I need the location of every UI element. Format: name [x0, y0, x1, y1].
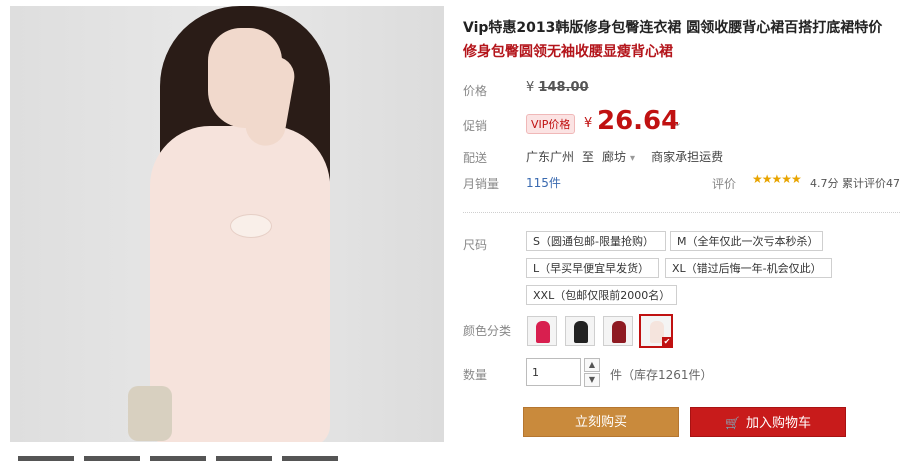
color-swatch-pink-selected[interactable]: ✔ — [639, 314, 673, 348]
color-label: 颜色分类 — [463, 324, 512, 338]
ship-to: 廊坊 — [602, 150, 627, 164]
ship-from: 广东广州 — [526, 150, 575, 164]
evaluation-label: 评价 — [712, 177, 737, 191]
add-to-cart-button[interactable]: 🛒 加入购物车 — [690, 407, 846, 437]
shipping-info: 广东广州至廊坊 ▾ 商家承担运费 — [526, 148, 731, 165]
rating-summary[interactable]: 4.7分 累计评价47 — [810, 175, 900, 191]
quantity-decrease-button[interactable]: ▼ — [584, 373, 600, 387]
dress-thumbnail — [612, 321, 626, 343]
product-main-image[interactable] — [10, 6, 444, 442]
promo-price: 26.64 — [597, 106, 680, 136]
model-handbag — [128, 386, 172, 441]
product-title: Vip特惠2013韩版修身包臀连衣裙 圆领收腰背心裙百搭打底裙特价 — [463, 20, 883, 36]
size-label: 尺码 — [463, 238, 488, 252]
color-swatch-burgundy[interactable] — [603, 316, 633, 346]
add-to-cart-label: 加入购物车 — [745, 416, 811, 431]
stock-info: 件（库存1261件） — [610, 368, 713, 382]
shipping-label: 配送 — [463, 151, 488, 165]
check-icon: ✔ — [662, 337, 672, 347]
original-price-amount: 148.00 — [538, 80, 589, 95]
price-label: 价格 — [463, 84, 488, 98]
size-option-xxl[interactable]: XXL（包邮仅限前2000名） — [526, 285, 677, 305]
thumbnail[interactable] — [18, 456, 74, 461]
size-option-l[interactable]: L（早买早便宜早发货） — [526, 258, 659, 278]
quantity-increase-button[interactable]: ▲ — [584, 358, 600, 372]
cart-icon: 🛒 — [725, 416, 740, 430]
monthly-sales-label: 月销量 — [463, 177, 500, 191]
color-swatch-rose[interactable] — [527, 316, 557, 346]
size-option-s[interactable]: S（圆通包邮-限量抢购） — [526, 231, 666, 251]
thumbnail[interactable] — [216, 456, 272, 461]
thumbnail-strip — [18, 450, 378, 461]
ship-to-word: 至 — [582, 150, 595, 164]
ship-to-selector[interactable]: 廊坊 ▾ — [602, 150, 643, 164]
quantity-label: 数量 — [463, 368, 488, 382]
currency-symbol: ¥ — [526, 80, 535, 95]
chevron-down-icon: ▾ — [630, 153, 636, 164]
original-price: ¥ 148.00 — [526, 80, 589, 95]
model-dress — [150, 126, 330, 442]
divider — [463, 212, 900, 213]
monthly-sales-value: 115件 — [526, 176, 561, 190]
thumbnail[interactable] — [282, 456, 338, 461]
quantity-input[interactable]: 1 — [526, 358, 581, 386]
promo-currency-symbol: ¥ — [584, 116, 593, 131]
thumbnail[interactable] — [150, 456, 206, 461]
dress-thumbnail — [536, 321, 550, 343]
size-option-xl[interactable]: XL（错过后悔一年-机会仅此） — [665, 258, 832, 278]
size-option-m[interactable]: M（全年仅此一次亏本秒杀） — [670, 231, 823, 251]
color-swatch-black[interactable] — [565, 316, 595, 346]
dress-thumbnail — [574, 321, 588, 343]
dress-bow — [230, 214, 272, 238]
vip-price-badge: VIP价格 — [526, 114, 576, 134]
shipping-fee: 商家承担运费 — [651, 150, 724, 164]
product-subtitle: 修身包臀圆领无袖收腰显瘦背心裙 — [463, 44, 673, 60]
chevron-down-icon[interactable]: ⌄ — [673, 116, 682, 129]
thumbnail[interactable] — [84, 456, 140, 461]
promo-label: 促销 — [463, 119, 488, 133]
rating-stars-icon: ★★★★★ — [752, 172, 802, 186]
buy-now-button[interactable]: 立刻购买 — [523, 407, 679, 437]
